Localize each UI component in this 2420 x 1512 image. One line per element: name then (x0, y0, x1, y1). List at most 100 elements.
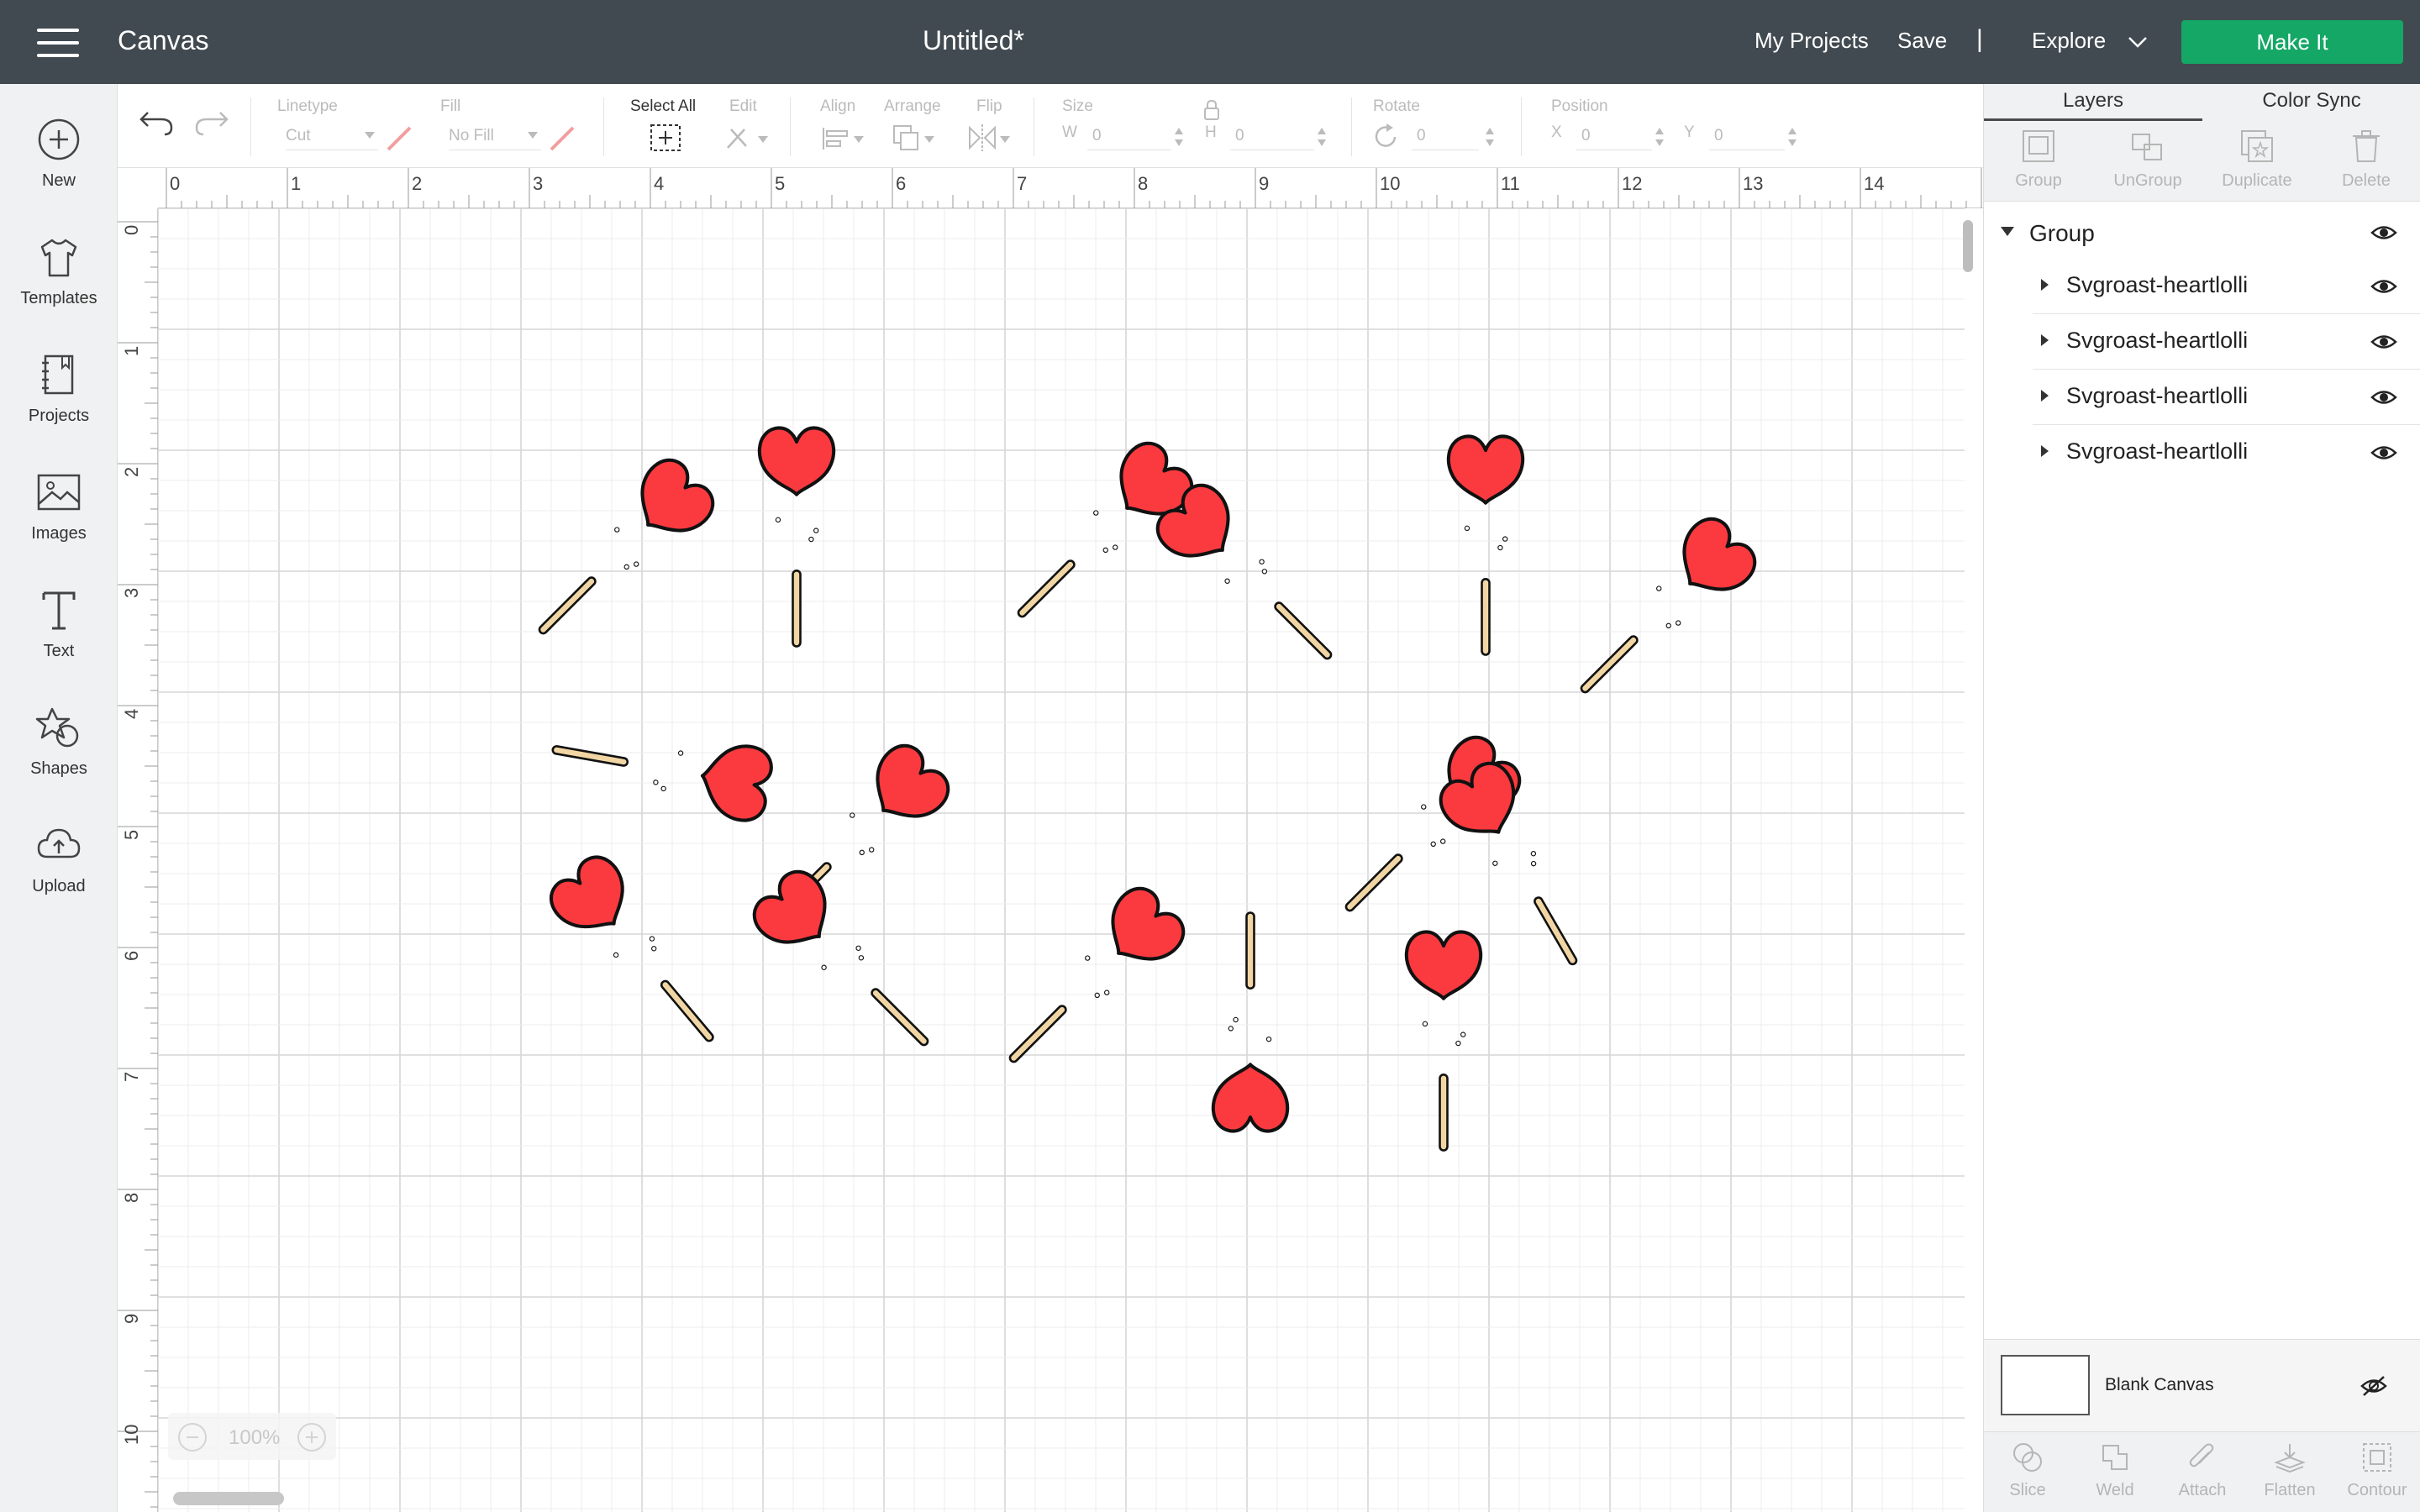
chevron-down-icon[interactable] (2126, 30, 2149, 54)
edit-tools-icon[interactable] (723, 123, 770, 153)
horizontal-ruler: 012345678910111213141 (158, 168, 1983, 208)
x-spinner-icon[interactable] (1654, 125, 1665, 149)
contour-button[interactable]: Contour (2333, 1432, 2420, 1512)
canvas-grid[interactable] (158, 208, 1965, 1512)
horizontal-scrollbar[interactable] (173, 1492, 284, 1505)
heart-lollipop[interactable] (760, 428, 834, 643)
eye-icon[interactable] (2370, 444, 2397, 462)
flatten-button[interactable]: Flatten (2246, 1432, 2333, 1512)
blank-canvas-thumbnail (2001, 1355, 2090, 1415)
lock-icon[interactable] (1202, 99, 1222, 121)
heart-lollipop[interactable] (1213, 916, 1287, 1131)
blank-canvas-row[interactable]: Blank Canvas (1984, 1339, 2420, 1431)
eye-icon[interactable] (2370, 388, 2397, 407)
weld-button[interactable]: Weld (2071, 1432, 2159, 1512)
heart-lollipop[interactable] (517, 452, 721, 656)
ruler-tick-label: 8 (1138, 173, 1148, 194)
ruler-tick-label: 7 (121, 1072, 142, 1082)
expand-triangle-icon[interactable] (2041, 279, 2049, 291)
sidebar-item-projects[interactable]: Projects (0, 344, 118, 454)
heart-lollipop[interactable] (543, 848, 738, 1061)
expand-triangle-icon[interactable] (2041, 334, 2049, 346)
sidebar-item-shapes[interactable]: Shapes (0, 697, 118, 806)
heart-lollipop[interactable] (1449, 436, 1523, 651)
layer-name: Svgroast-heartlolli (2066, 438, 2249, 464)
sidebar-item-upload[interactable]: Upload (0, 815, 118, 924)
slice-button[interactable]: Slice (1984, 1432, 2071, 1512)
zoom-control: 100% (168, 1413, 336, 1460)
tool-label: Contour (2347, 1481, 2407, 1499)
eye-icon[interactable] (2370, 223, 2397, 242)
weld-icon (2102, 1445, 2128, 1470)
width-field[interactable]: W 0 (1062, 123, 1185, 150)
hamburger-menu-icon[interactable] (37, 29, 79, 57)
layer-row[interactable]: Svgroast-heartlolli (2033, 370, 2420, 425)
eye-icon[interactable] (2370, 333, 2397, 351)
group-button[interactable]: Group (1984, 121, 2093, 202)
design-canvas-area[interactable]: 012345678910111213141 012345678910 (118, 168, 1983, 1512)
sidebar-item-new[interactable]: New (0, 109, 118, 218)
ruler-tick-label: 3 (121, 588, 142, 598)
width-spinner-icon[interactable] (1173, 125, 1185, 149)
my-projects-link[interactable]: My Projects (1754, 28, 1869, 54)
delete-button[interactable]: Delete (2312, 121, 2420, 202)
align-icon[interactable] (820, 123, 867, 153)
linetype-select[interactable]: Cut (286, 123, 378, 150)
zoom-in-icon[interactable] (297, 1423, 326, 1452)
attach-button[interactable]: Attach (2159, 1432, 2246, 1512)
expand-triangle-icon[interactable] (2041, 445, 2049, 457)
fill-color-swatch-icon[interactable] (548, 124, 576, 153)
heart-lollipop[interactable] (1407, 932, 1481, 1147)
explore-link[interactable]: Explore (2032, 28, 2106, 54)
ruler-tick-label: 5 (775, 173, 785, 194)
height-label: H (1205, 123, 1217, 141)
duplicate-button[interactable]: Duplicate (2202, 121, 2312, 202)
y-position-field[interactable]: Y 0 (1684, 123, 1798, 150)
tool-label: Attach (2178, 1481, 2227, 1499)
height-spinner-icon[interactable] (1316, 125, 1328, 149)
y-spinner-icon[interactable] (1786, 125, 1798, 149)
rotate-spinner-icon[interactable] (1484, 125, 1496, 149)
sidebar-item-templates[interactable]: Templates (0, 227, 118, 336)
collapse-triangle-icon[interactable] (2001, 227, 2014, 236)
select-all-icon[interactable] (649, 123, 682, 153)
divider (1521, 97, 1522, 156)
redo-icon[interactable] (193, 108, 230, 138)
layer-row[interactable]: Svgroast-heartlolli (2033, 314, 2420, 370)
heart-lollipop[interactable] (550, 713, 775, 823)
lollipop-group[interactable] (517, 428, 1763, 1147)
select-all-label: Select All (630, 97, 697, 115)
heart-lollipop[interactable] (987, 880, 1192, 1084)
expand-triangle-icon[interactable] (2041, 390, 2049, 402)
rotate-field[interactable]: 0 (1378, 123, 1496, 150)
linetype-color-swatch-icon[interactable] (385, 124, 413, 153)
sidebar-item-images[interactable]: Images (0, 462, 118, 571)
undo-icon[interactable] (138, 108, 175, 138)
tab-layers[interactable]: Layers (1984, 84, 2202, 121)
arrange-icon[interactable] (891, 123, 938, 153)
size-label: Size (1062, 97, 1093, 115)
paperclip-icon (2189, 1443, 2214, 1467)
heart-lollipop[interactable] (746, 864, 950, 1068)
layer-group-row[interactable]: Group (1984, 210, 2420, 257)
app-title: Canvas (118, 25, 209, 55)
height-field[interactable]: H 0 (1205, 123, 1328, 150)
fill-select[interactable]: No Fill (449, 123, 541, 150)
layer-row[interactable]: Svgroast-heartlolli (2033, 425, 2420, 480)
save-link[interactable]: Save (1897, 28, 1947, 54)
vertical-scrollbar[interactable] (1963, 220, 1973, 272)
ungroup-button[interactable]: UnGroup (2093, 121, 2202, 202)
tab-color-sync[interactable]: Color Sync (2202, 84, 2420, 121)
eye-icon[interactable] (2370, 277, 2397, 296)
sidebar-item-text[interactable]: Text (0, 580, 118, 689)
x-position-field[interactable]: X 0 (1551, 123, 1665, 150)
layers-panel: Layers Color Sync Group UnGroup Duplicat… (1983, 84, 2420, 1512)
zoom-out-icon[interactable] (178, 1423, 207, 1452)
divider (790, 97, 791, 156)
flip-icon[interactable] (966, 123, 1013, 153)
grid-lines (158, 208, 1965, 1512)
eye-hidden-icon[interactable] (2360, 1375, 2387, 1397)
layer-row[interactable]: Svgroast-heartlolli (2033, 259, 2420, 314)
make-it-button[interactable]: Make It (2181, 20, 2403, 64)
sidebar-item-label: Upload (32, 877, 86, 895)
